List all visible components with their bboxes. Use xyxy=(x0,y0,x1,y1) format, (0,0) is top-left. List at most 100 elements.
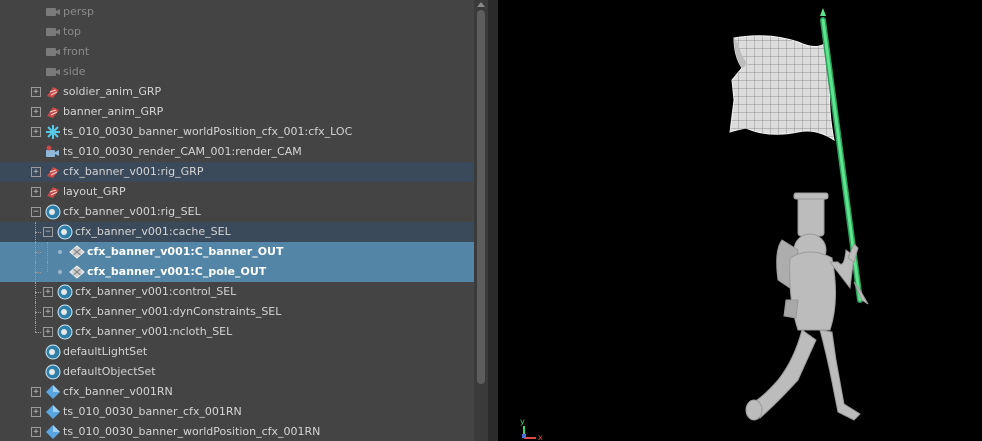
outliner-row-label: banner_anim_GRP xyxy=(63,105,164,118)
tree-guide-line xyxy=(35,272,41,273)
outliner-row-label: defaultObjectSet xyxy=(63,365,156,378)
tree-guide-line xyxy=(35,312,41,313)
outliner-row[interactable]: − cfx_banner_v001:cache_SEL xyxy=(0,222,474,242)
tree-node-dot-icon xyxy=(58,270,62,274)
outliner-row-label: cfx_banner_v001:C_pole_OUT xyxy=(87,265,267,278)
axis-gizmo: y x xyxy=(520,417,543,441)
tree-guide-line xyxy=(35,252,41,253)
outliner-row[interactable]: + ts_010_0030_banner_cfx_001RN xyxy=(0,402,474,422)
camera-group-icon xyxy=(45,144,61,160)
group-icon xyxy=(45,164,61,180)
tree-guide-line xyxy=(47,242,48,262)
outliner-row-label: ts_010_0030_banner_worldPosition_cfx_001… xyxy=(63,425,321,438)
expand-plus-icon[interactable]: + xyxy=(31,127,41,137)
camera-icon xyxy=(45,4,61,20)
set-icon xyxy=(45,204,61,220)
expand-plus-icon[interactable]: + xyxy=(31,107,41,117)
banner-flag-mesh[interactable] xyxy=(729,35,835,142)
expand-plus-icon[interactable]: + xyxy=(31,407,41,417)
outliner-row-label: layout_GRP xyxy=(63,185,126,198)
outliner-row[interactable]: + ts_010_0030_banner_worldPosition_cfx_00… xyxy=(0,422,474,441)
outliner-row-label: cfx_banner_v001:dynConstraints_SEL xyxy=(75,305,282,318)
expand-plus-icon[interactable]: + xyxy=(43,327,53,337)
set-icon xyxy=(57,284,73,300)
locator-icon xyxy=(45,124,61,140)
outliner-row[interactable]: + cfx_banner_v001:rig_GRP xyxy=(0,162,474,182)
mesh-icon xyxy=(69,244,85,260)
outliner-row[interactable]: + cfx_banner_v001RN xyxy=(0,382,474,402)
mesh-icon xyxy=(69,264,85,280)
set-icon xyxy=(57,224,73,240)
reference-icon xyxy=(45,404,61,420)
outliner-row-label: ts_010_0030_banner_cfx_001RN xyxy=(63,405,242,418)
tree-guide-line xyxy=(47,262,48,272)
collapse-minus-icon[interactable]: − xyxy=(31,207,41,217)
outliner-row-label: cfx_banner_v001:rig_SEL xyxy=(63,205,201,218)
outliner-row-label: persp xyxy=(63,5,94,18)
outliner-row-label: cfx_banner_v001:C_banner_OUT xyxy=(87,245,284,258)
axis-label-x: x xyxy=(538,433,543,441)
outliner-row-label: front xyxy=(63,45,90,58)
outliner-row-label: cfx_banner_v001:rig_GRP xyxy=(63,165,204,178)
set-icon xyxy=(45,344,61,360)
outliner-row-label: ts_010_0030_render_CAM_001:render_CAM xyxy=(63,145,302,158)
reference-icon xyxy=(45,424,61,440)
scroll-up-arrow-icon[interactable] xyxy=(477,2,485,7)
outliner-row[interactable]: cfx_banner_v001:C_banner_OUT xyxy=(0,242,474,262)
outliner-row-label: defaultLightSet xyxy=(63,345,148,358)
outliner-row-label: ts_010_0030_banner_worldPosition_cfx_001… xyxy=(63,125,353,138)
camera-icon xyxy=(45,64,61,80)
expand-plus-icon[interactable]: + xyxy=(43,307,53,317)
outliner-scrollbar-thumb[interactable] xyxy=(477,10,485,384)
tree-node-dot-icon xyxy=(58,250,62,254)
outliner-row[interactable]: defaultLightSet xyxy=(0,342,474,362)
viewport-3d[interactable]: y x xyxy=(498,0,982,441)
outliner-row[interactable]: + banner_anim_GRP xyxy=(0,102,474,122)
outliner-row-label: cfx_banner_v001:ncloth_SEL xyxy=(75,325,233,338)
outliner-row[interactable]: + cfx_banner_v001:dynConstraints_SEL xyxy=(0,302,474,322)
set-icon xyxy=(57,304,73,320)
set-icon xyxy=(45,364,61,380)
tree-guide-line xyxy=(35,332,41,333)
group-icon xyxy=(45,84,61,100)
outliner-row-label: side xyxy=(63,65,86,78)
set-icon xyxy=(57,324,73,340)
expand-plus-icon[interactable]: + xyxy=(31,187,41,197)
outliner-row[interactable]: + cfx_banner_v001:control_SEL xyxy=(0,282,474,302)
outliner-row-label: cfx_banner_v001:control_SEL xyxy=(75,285,237,298)
outliner-row[interactable]: cfx_banner_v001:C_pole_OUT xyxy=(0,262,474,282)
outliner-row-label: soldier_anim_GRP xyxy=(63,85,162,98)
outliner-row[interactable]: − cfx_banner_v001:rig_SEL xyxy=(0,202,474,222)
expand-plus-icon[interactable]: + xyxy=(31,387,41,397)
outliner-row[interactable]: + cfx_banner_v001:ncloth_SEL xyxy=(0,322,474,342)
expand-plus-icon[interactable]: + xyxy=(31,427,41,437)
tree-guide-line xyxy=(35,232,41,233)
camera-icon xyxy=(45,44,61,60)
tree-guide-line xyxy=(35,292,41,293)
outliner-row[interactable]: defaultObjectSet xyxy=(0,362,474,382)
outliner-panel: persp top front side + soldier_anim_GRP + banne… xyxy=(0,0,488,441)
group-icon xyxy=(45,104,61,120)
collapse-minus-icon[interactable]: − xyxy=(43,227,53,237)
camera-icon xyxy=(45,24,61,40)
outliner-row-label: cfx_banner_v001RN xyxy=(63,385,173,398)
outliner-row[interactable]: persp xyxy=(0,2,474,22)
tree-guide-line xyxy=(35,322,36,332)
outliner-row[interactable]: + ts_010_0030_banner_worldPosition_cfx_00… xyxy=(0,122,474,142)
outliner-row[interactable]: + layout_GRP xyxy=(0,182,474,202)
expand-plus-icon[interactable]: + xyxy=(43,287,53,297)
axis-label-y: y xyxy=(520,417,525,426)
outliner-scrollbar[interactable] xyxy=(474,0,488,441)
expand-plus-icon[interactable]: + xyxy=(31,167,41,177)
outliner-row-label: cfx_banner_v001:cache_SEL xyxy=(75,225,231,238)
reference-icon xyxy=(45,384,61,400)
outliner-row[interactable]: ts_010_0030_render_CAM_001:render_CAM xyxy=(0,142,474,162)
outliner-row[interactable]: side xyxy=(0,62,474,82)
viewport-scene: y x xyxy=(520,8,869,441)
outliner-row[interactable]: front xyxy=(0,42,474,62)
expand-plus-icon[interactable]: + xyxy=(31,87,41,97)
outliner-row[interactable]: + soldier_anim_GRP xyxy=(0,82,474,102)
panel-splitter[interactable] xyxy=(488,0,498,441)
outliner-row[interactable]: top xyxy=(0,22,474,42)
group-icon xyxy=(45,184,61,200)
